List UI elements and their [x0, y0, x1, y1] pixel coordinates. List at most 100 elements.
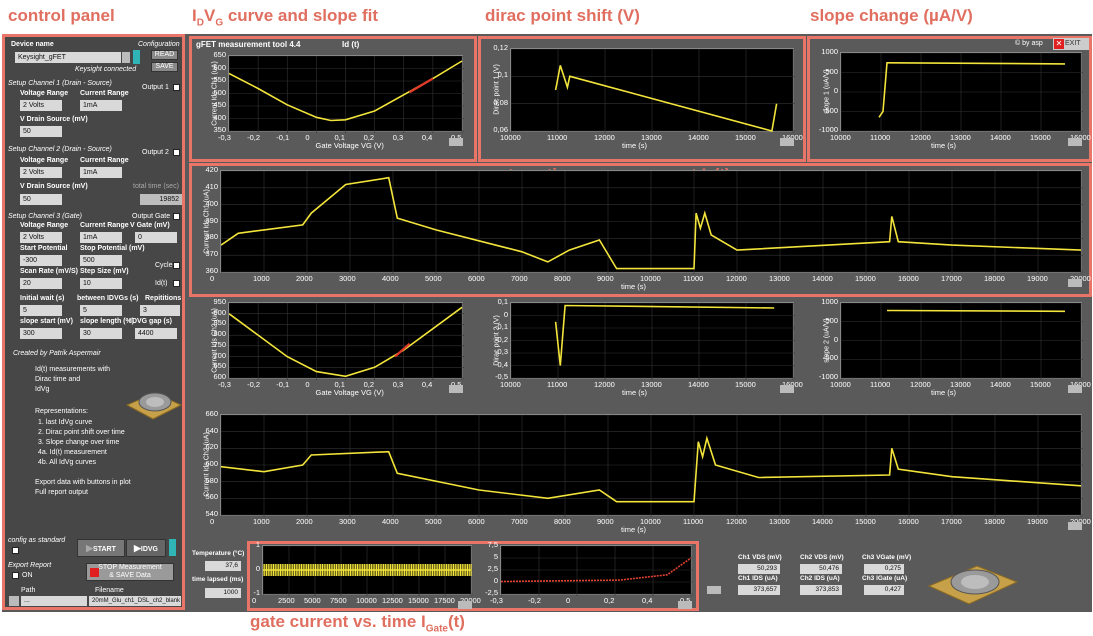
ch1-vrange-select[interactable]: 2 Volts: [20, 100, 62, 111]
slope2-export-button[interactable]: [1068, 385, 1082, 393]
device-name-label: Device name: [11, 41, 54, 48]
cycle-checkbox[interactable]: [173, 262, 180, 269]
igate_vg-ytick-label: 2,5: [487, 564, 498, 573]
chevron-down-icon[interactable]: [122, 52, 130, 63]
output1-checkbox[interactable]: [173, 84, 180, 91]
igate_vg-export-button[interactable]: [678, 601, 692, 609]
filename-input[interactable]: 20mM_Glu_ch1_DSL_ch2_blank: [89, 596, 181, 606]
idvg2-xlabel: Gate Voltage VG (V): [315, 388, 384, 397]
igate-export-button[interactable]: [458, 601, 472, 609]
time-lapsed-value: 1000: [205, 588, 241, 598]
exit-button[interactable]: ✕ EXIT: [1053, 38, 1089, 50]
export-gate-button[interactable]: [707, 586, 721, 594]
ch2-vds-input[interactable]: 50: [20, 194, 62, 205]
initial-wait-input[interactable]: 5: [20, 305, 62, 316]
repetitions-label: Repititions: [145, 295, 182, 302]
ch1-crange-select[interactable]: 1mA: [80, 100, 122, 111]
ch2-vrange-select[interactable]: 2 Volts: [20, 167, 62, 178]
idvg1-export-button[interactable]: [449, 138, 463, 146]
ch3-vgate-input[interactable]: 0: [135, 232, 177, 243]
slope2-plot-area[interactable]: [840, 302, 1083, 380]
igate_vg-xtick-label: 0: [566, 596, 571, 605]
idvg2-ylabel: Current Ids Ch2 (uA): [211, 307, 219, 373]
igate-ytick-label: 0: [255, 564, 260, 573]
ch1-vds-input[interactable]: 50: [20, 126, 62, 137]
idt1-ylabel: Current Ids Ch1 (uA): [203, 188, 211, 254]
dirac2-export-button[interactable]: [780, 385, 794, 393]
igate-plot-area[interactable]: [262, 545, 473, 596]
stop-potential-input[interactable]: 500: [80, 255, 122, 266]
dirac1-plot-area[interactable]: [510, 48, 795, 133]
idt2-xtick-label: 17000: [941, 517, 962, 526]
idt1-xtick-label: 3000: [339, 274, 356, 283]
scan-rate-input[interactable]: 20: [20, 278, 62, 289]
ch3-title: Setup Channel 3 (Gate): [8, 213, 82, 220]
ch3-igate-readout-label: Ch3 IGate (uA): [862, 575, 908, 582]
igate-xtick-label: 0: [252, 596, 257, 605]
slope1-export-button[interactable]: [1068, 138, 1082, 146]
total-time-value: 19852: [140, 194, 182, 205]
idvg2-xtick-label: -0,3: [218, 380, 231, 389]
idvg-button[interactable]: ▶IDVG: [126, 539, 166, 557]
output2-checkbox[interactable]: [173, 149, 180, 156]
slope1-plot-area[interactable]: [840, 52, 1083, 133]
ch2-crange-select[interactable]: 1mA: [80, 167, 122, 178]
gfet-chip-image: [125, 375, 183, 425]
dirac2-ylabel: Dirac point 2 (V): [493, 314, 501, 366]
config-standard-checkbox[interactable]: [12, 547, 19, 554]
step-size-input[interactable]: 10: [80, 278, 122, 289]
dirac2-plot-area[interactable]: [510, 302, 795, 380]
igate-xtick-label: 10000: [356, 596, 377, 605]
idt1-xtick-label: 9000: [597, 274, 614, 283]
desc-line-2: Dirac time and: [35, 376, 81, 383]
between-idvgs-input[interactable]: 5: [80, 305, 122, 316]
stop-save-button[interactable]: STOP Measurement & SAVE Data: [86, 563, 174, 581]
idt-checkbox[interactable]: [173, 280, 180, 287]
idt2-plot-area[interactable]: [220, 414, 1083, 517]
ch2-vds-readout: 50,476: [800, 564, 842, 574]
header-slope: slope change (µA/V): [810, 6, 973, 25]
idvg2-plot-area[interactable]: [228, 302, 464, 380]
dirac2-xlabel: time (s): [622, 388, 647, 397]
repetitions-input[interactable]: 3: [140, 305, 180, 316]
ch3-vgate-readout-label: Ch3 VGate (mV): [862, 554, 912, 561]
gate-post: (t): [447, 612, 465, 631]
rep-1: 1. last IdVg curve: [38, 419, 93, 426]
igate_vg-svg: [500, 545, 693, 596]
output-gate-checkbox[interactable]: [173, 213, 180, 220]
dirac2-xtick-label: 10000: [500, 380, 521, 389]
slope-length-input[interactable]: 30: [80, 328, 122, 339]
idvg1-plot-area[interactable]: [228, 55, 464, 133]
idt1-ytick-label: 360: [205, 266, 218, 275]
idvg2-export-button[interactable]: [449, 385, 463, 393]
igate-ytick-label: -1: [253, 588, 260, 597]
start-button[interactable]: ▶START: [77, 539, 125, 557]
idt2-xtick-label: 12000: [726, 517, 747, 526]
dirac1-svg: [510, 48, 795, 133]
slope-start-input[interactable]: 300: [20, 328, 62, 339]
temperature-label: Temperature (°C): [192, 550, 245, 557]
igate_vg-plot-area[interactable]: [500, 545, 693, 596]
path-input[interactable]: ...: [21, 596, 87, 606]
export-report-checkbox[interactable]: [12, 572, 19, 579]
save-config-button[interactable]: SAVE: [151, 62, 178, 72]
idt1-plot-area[interactable]: [220, 170, 1083, 274]
dirac1-export-button[interactable]: [780, 138, 794, 146]
idt2-export-button[interactable]: [1068, 522, 1082, 530]
exit-label: EXIT: [1065, 40, 1081, 47]
read-button[interactable]: READ: [151, 50, 178, 60]
ch3-vrange-select[interactable]: 2 Volts: [20, 232, 62, 243]
header-control-panel: control panel: [8, 6, 115, 25]
id-t-label: Id (t): [342, 40, 360, 49]
folder-icon[interactable]: [9, 596, 19, 606]
device-name-select[interactable]: Keysight_gFET: [15, 52, 121, 63]
path-label: Path: [21, 587, 36, 594]
idt1-export-button[interactable]: [1068, 279, 1082, 287]
slope2-xtick-label: 15000: [1030, 380, 1051, 389]
idvg-gap-input[interactable]: 4400: [135, 328, 177, 339]
ch2-vds-readout-label: Ch2 VDS (mV): [800, 554, 844, 561]
start-potential-input[interactable]: -300: [20, 255, 62, 266]
ch3-crange-select[interactable]: 1mA: [80, 232, 122, 243]
rep-4b: 4b. All IdVg curves: [38, 459, 96, 466]
idt2-xtick-label: 8000: [554, 517, 571, 526]
